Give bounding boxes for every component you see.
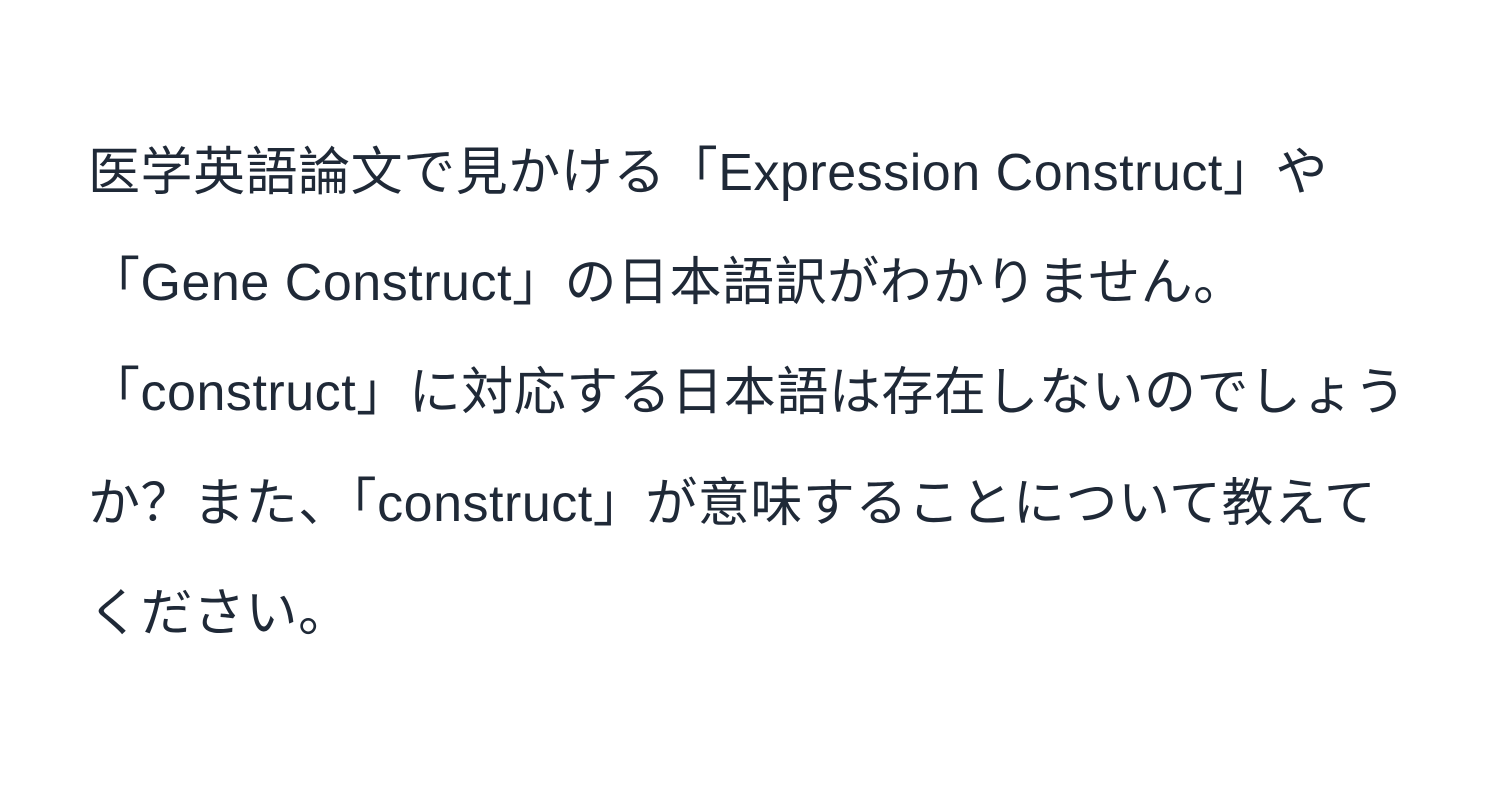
question-paragraph: 医学英語論文で見かける「Expression Construct」や「Gene … bbox=[88, 118, 1412, 669]
document-container: 医学英語論文で見かける「Expression Construct」や「Gene … bbox=[0, 0, 1500, 812]
